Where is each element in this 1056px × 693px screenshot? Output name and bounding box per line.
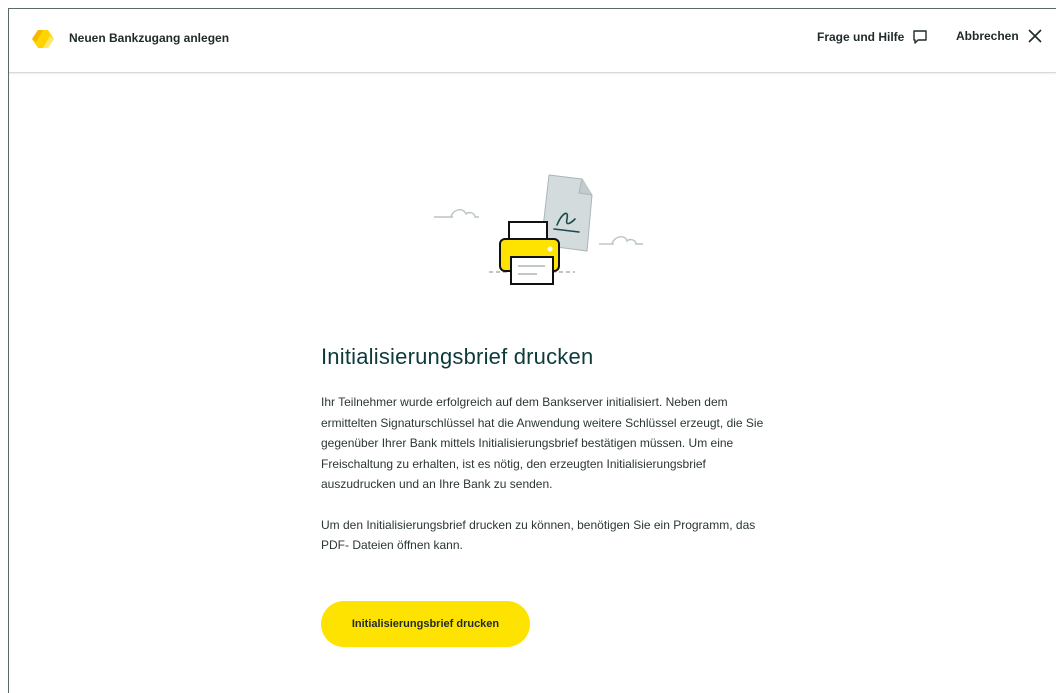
speech-bubble-icon — [913, 30, 928, 44]
page-heading: Initialisierungsbrief drucken — [321, 344, 594, 369]
cloud-right-icon — [599, 236, 643, 245]
top-bar: Neuen Bankzugang anlegen Frage und Hilfe… — [9, 9, 1056, 73]
commerzbank-logo-icon — [32, 30, 54, 48]
app-window: Neuen Bankzugang anlegen Frage und Hilfe… — [8, 8, 1056, 693]
printer-illustration — [434, 174, 643, 285]
cloud-left-icon — [434, 209, 479, 218]
help-link[interactable]: Frage und Hilfe — [817, 29, 928, 45]
requirement-paragraph: Um den Initialisierungsbrief drucken zu … — [321, 517, 756, 553]
cancel-link[interactable]: Abbrechen — [956, 29, 1042, 43]
help-label: Frage und Hilfe — [817, 30, 905, 44]
main-content: Initialisierungsbrief drucken Ihr Teilne… — [321, 344, 771, 576]
page-title: Neuen Bankzugang anlegen — [69, 31, 230, 45]
info-paragraph: Ihr Teilnehmer wurde erfolgreich auf dem… — [321, 395, 764, 491]
cancel-label: Abbrechen — [956, 29, 1019, 43]
close-icon — [1028, 29, 1042, 43]
print-letter-button[interactable]: Initialisierungsbrief drucken — [321, 601, 530, 647]
